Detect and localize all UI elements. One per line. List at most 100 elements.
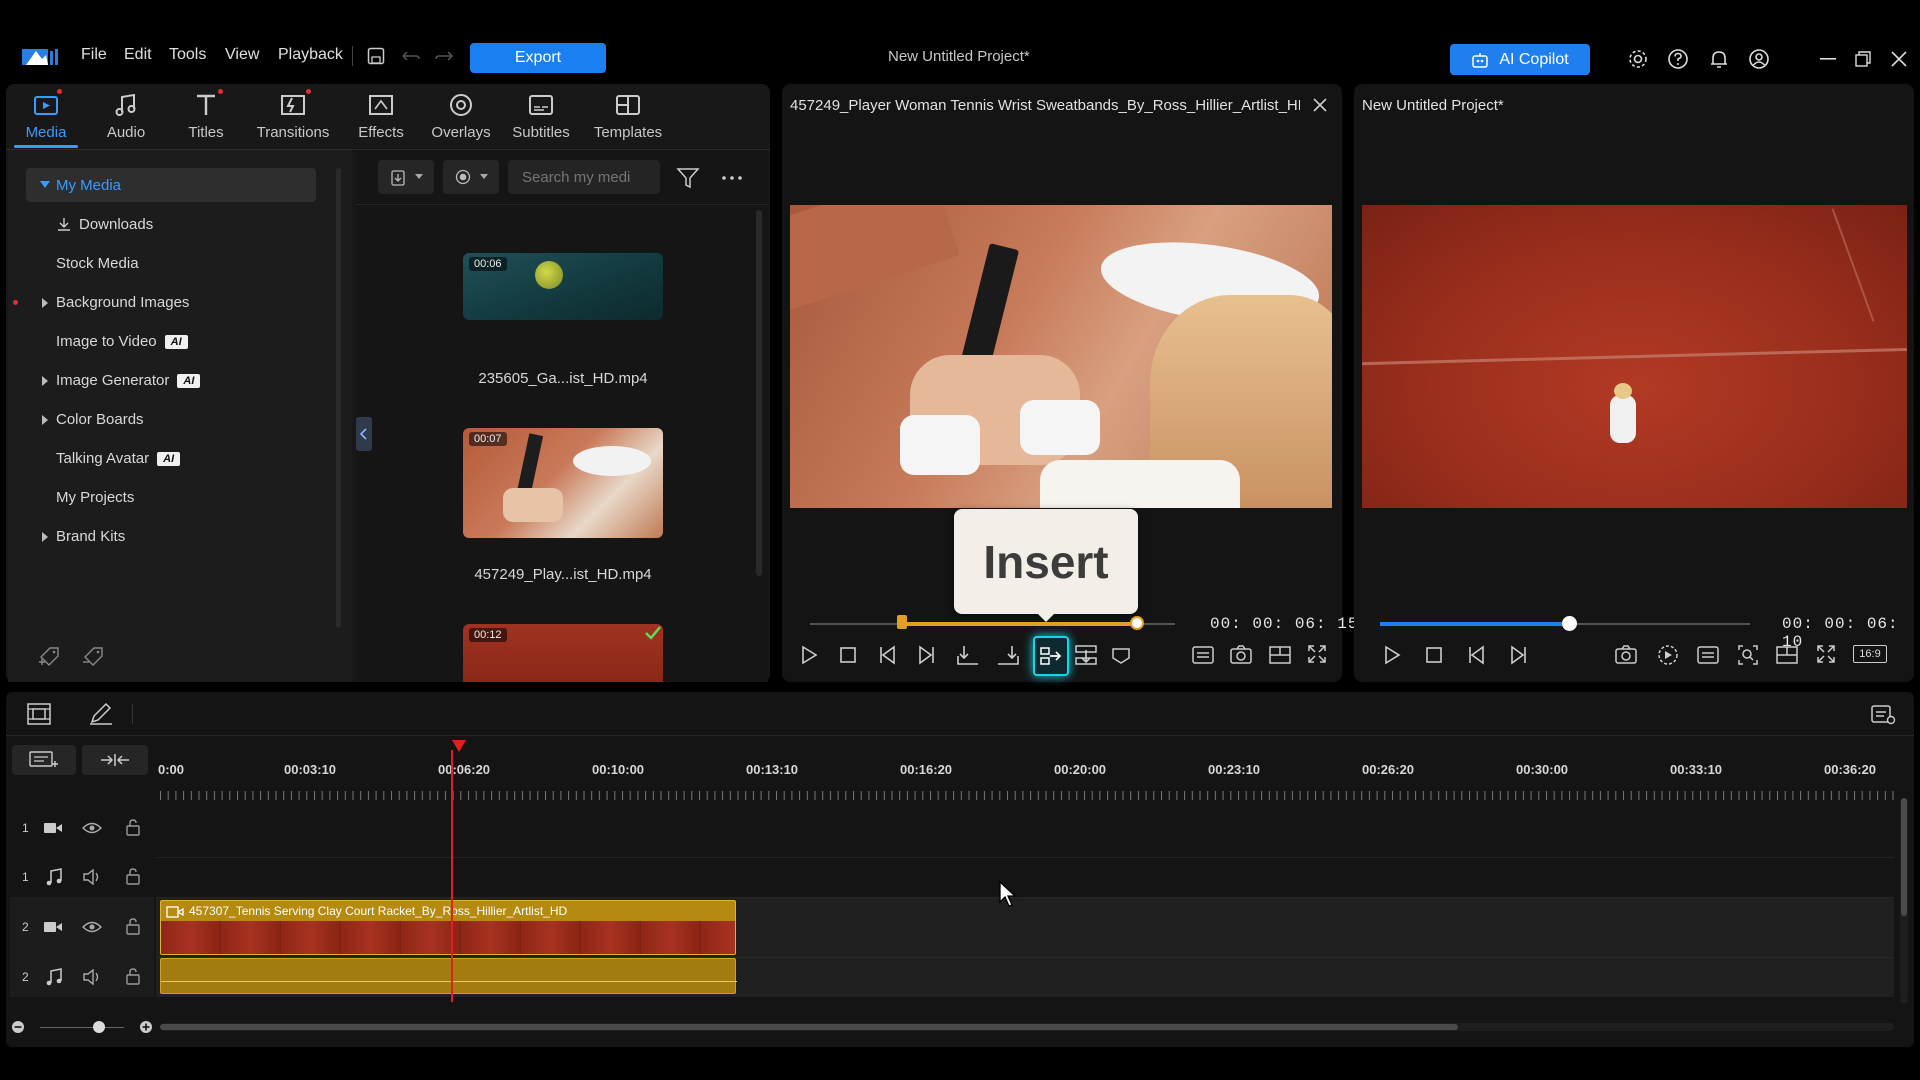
next-frame-icon[interactable] [1508, 645, 1528, 665]
tree-item-image-to-video[interactable]: Image to Video AI [56, 333, 188, 350]
tree-scrollbar[interactable] [336, 168, 341, 628]
lock-icon[interactable] [125, 867, 141, 885]
bell-icon[interactable] [1708, 48, 1730, 70]
filter-icon[interactable] [676, 167, 700, 189]
subtitle-toggle-icon[interactable] [1697, 645, 1719, 665]
import-dropdown[interactable] [378, 160, 434, 194]
undo-icon[interactable] [402, 50, 420, 62]
redo-icon[interactable] [435, 50, 453, 62]
library-scrollbar[interactable] [756, 210, 762, 576]
mark-in-handle[interactable] [897, 615, 907, 629]
close-window-icon[interactable] [1891, 51, 1907, 67]
media-search-input[interactable] [508, 160, 660, 194]
tree-item-background-images[interactable]: Background Images [42, 294, 189, 311]
timeline-audio-clip[interactable] [160, 958, 737, 994]
safe-zone-icon[interactable] [1776, 645, 1798, 665]
speaker-icon[interactable] [82, 869, 102, 885]
timeline-horizontal-scrollbar[interactable] [160, 1023, 1894, 1031]
menu-edit[interactable]: Edit [124, 46, 152, 64]
tab-effects[interactable]: Effects [341, 90, 421, 141]
snapshot-icon[interactable] [1230, 644, 1252, 664]
ai-copilot-button[interactable]: AI Copilot [1450, 44, 1590, 75]
storyboard-icon[interactable] [26, 702, 52, 726]
lock-icon[interactable] [125, 917, 141, 935]
timeline-video-clip[interactable]: 457307_Tennis Serving Clay Court Racket_… [160, 900, 736, 955]
tree-item-downloads[interactable]: Downloads [79, 216, 153, 233]
scrollbar-thumb[interactable] [1901, 798, 1907, 916]
playhead-handle[interactable] [452, 740, 466, 752]
subtitle-toggle-icon[interactable] [1192, 645, 1214, 665]
more-icon[interactable] [722, 176, 742, 180]
tab-titles[interactable]: Titles [166, 90, 246, 141]
tree-item-my-projects[interactable]: My Projects [56, 489, 134, 506]
overwrite-icon[interactable] [1074, 644, 1098, 666]
timeline-vertical-scrollbar[interactable] [1900, 798, 1908, 1003]
add-track-button[interactable] [12, 745, 76, 775]
menu-playback[interactable]: Playback [278, 46, 343, 64]
timeline-ruler[interactable] [160, 752, 1900, 802]
menu-view[interactable]: View [225, 46, 259, 64]
tab-transitions[interactable]: Transitions [253, 90, 333, 141]
tree-item-image-generator[interactable]: Image Generator AI [42, 372, 201, 389]
fullscreen-icon[interactable] [1307, 644, 1327, 664]
zoom-slider-handle[interactable] [93, 1021, 105, 1033]
remove-tag-icon[interactable] [82, 645, 106, 667]
stop-icon[interactable] [1425, 646, 1443, 664]
tree-item-talking-avatar[interactable]: Talking Avatar AI [56, 450, 181, 467]
snapshot-icon[interactable] [1615, 644, 1637, 664]
scrollbar-thumb[interactable] [160, 1024, 1458, 1030]
zoom-slider-track[interactable] [40, 1027, 124, 1028]
mark-in-icon[interactable] [956, 644, 980, 666]
speaker-icon[interactable] [82, 969, 102, 985]
tab-templates[interactable]: Templates [588, 90, 668, 141]
eye-icon[interactable] [82, 920, 102, 934]
record-dropdown[interactable] [443, 160, 499, 194]
gear-icon[interactable] [1627, 48, 1649, 70]
track-lane-audio-1[interactable] [156, 857, 1894, 897]
play-icon[interactable] [1382, 645, 1402, 665]
lock-icon[interactable] [125, 967, 141, 985]
lock-icon[interactable] [125, 818, 141, 836]
clip-scrub-handle[interactable] [1130, 616, 1144, 630]
tab-subtitles[interactable]: Subtitles [501, 90, 581, 141]
safe-zone-icon[interactable] [1269, 645, 1291, 665]
edit-pen-icon[interactable] [88, 702, 114, 726]
tree-item-stock-media[interactable]: Stock Media [56, 255, 139, 272]
track-lane-video-1[interactable] [156, 805, 1894, 857]
tab-overlays[interactable]: Overlays [421, 90, 501, 141]
insert-button[interactable] [1033, 636, 1069, 676]
tab-audio[interactable]: Audio [86, 90, 166, 141]
replace-icon[interactable] [1111, 645, 1131, 665]
zoom-in-icon[interactable] [139, 1020, 153, 1034]
project-preview-video[interactable] [1362, 205, 1907, 508]
fit-timeline-button[interactable] [82, 745, 148, 775]
save-icon[interactable] [367, 47, 385, 65]
render-preview-icon[interactable] [1657, 644, 1679, 666]
menu-tools[interactable]: Tools [169, 46, 206, 64]
menu-file[interactable]: File [81, 46, 107, 64]
timeline-settings-icon[interactable] [1870, 702, 1896, 726]
project-scrub-handle[interactable] [1561, 616, 1577, 631]
fullscreen-icon[interactable] [1816, 644, 1836, 664]
previous-frame-icon[interactable] [1467, 645, 1487, 665]
zoom-preview-icon[interactable] [1737, 644, 1759, 666]
clip-preview-video[interactable] [790, 205, 1332, 508]
help-icon[interactable] [1667, 48, 1689, 70]
tree-item-color-boards[interactable]: Color Boards [42, 411, 144, 428]
close-icon[interactable] [1313, 98, 1327, 112]
eye-icon[interactable] [82, 821, 102, 835]
restore-icon[interactable] [1855, 51, 1871, 67]
tab-media[interactable]: Media [6, 90, 86, 148]
play-icon[interactable] [799, 645, 819, 665]
account-icon[interactable] [1748, 48, 1770, 70]
tree-item-brand-kits[interactable]: Brand Kits [42, 528, 125, 545]
previous-frame-icon[interactable] [878, 645, 898, 665]
stop-icon[interactable] [839, 646, 857, 664]
collapse-panel-button[interactable] [356, 417, 372, 451]
media-thumbnail[interactable]: 00:06 [463, 253, 663, 320]
add-tag-icon[interactable] [38, 645, 62, 667]
aspect-ratio-button[interactable]: 16:9 [1853, 645, 1887, 663]
zoom-out-icon[interactable] [11, 1020, 25, 1034]
minimize-icon[interactable] [1820, 58, 1836, 60]
next-frame-icon[interactable] [916, 645, 936, 665]
